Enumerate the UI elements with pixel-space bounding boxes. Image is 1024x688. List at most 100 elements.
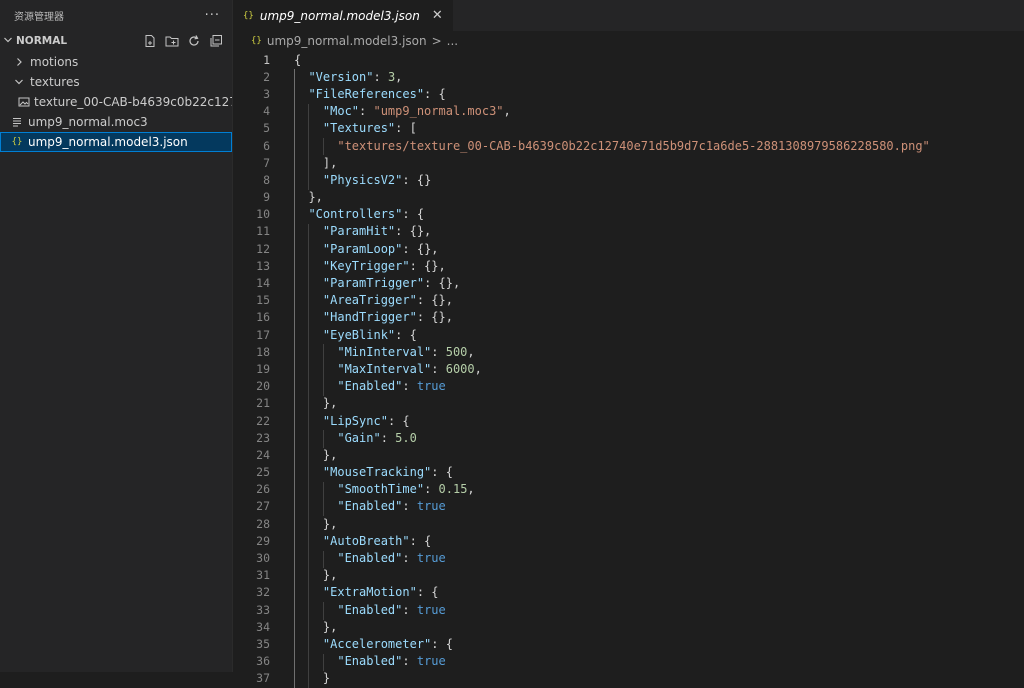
line-number: 8 — [263, 172, 270, 187]
code-token: "AreaTrigger" — [322, 293, 417, 308]
close-icon[interactable]: ✕ — [432, 8, 443, 23]
code-token: : — [373, 69, 388, 84]
tree-item-textures[interactable]: textures — [0, 72, 232, 92]
code-token: 6000 — [445, 361, 475, 376]
code-token: "FileReferences" — [308, 86, 425, 101]
code-line: 11 "ParamHit": {}, — [233, 223, 1024, 240]
code-line: 12 "ParamLoop": {}, — [233, 240, 1024, 257]
code-editor[interactable]: 1{2 "Version": 3, 3 "FileReferences": {4 … — [233, 51, 1024, 688]
line-number: 21 — [256, 396, 270, 411]
code-text: "Enabled": true — [294, 379, 446, 394]
code-text: }, — [294, 448, 337, 462]
code-token: "SmoothTime" — [337, 482, 425, 497]
code-token: "MinInterval" — [337, 344, 432, 359]
line-number: 19 — [256, 361, 270, 376]
code-text: "ParamHit": {}, — [294, 224, 431, 238]
code-line: 9 }, — [233, 189, 1024, 206]
workspace-folder-label: NORMAL — [16, 35, 68, 47]
code-line: 33 "Enabled": true — [233, 601, 1024, 618]
new-file-icon[interactable] — [142, 33, 158, 49]
breadcrumb-more[interactable]: ... — [447, 34, 458, 48]
line-number: 26 — [256, 482, 270, 497]
tree-item-model3-json[interactable]: {} ump9_normal.model3.json — [0, 132, 232, 152]
line-number: 27 — [256, 499, 270, 514]
code-token: "Enabled" — [337, 551, 403, 566]
new-folder-icon[interactable] — [164, 33, 180, 49]
code-token: : {}, — [416, 310, 453, 325]
refresh-icon[interactable] — [186, 33, 202, 49]
collapse-all-icon[interactable] — [208, 33, 224, 49]
code-token: "Moc" — [322, 104, 360, 119]
code-token: true — [416, 499, 446, 514]
code-line: 32 "ExtraMotion": { — [233, 584, 1024, 601]
line-number: 20 — [256, 379, 270, 394]
code-token: ], — [294, 155, 338, 170]
code-line: 4 "Moc": "ump9_normal.moc3", — [233, 103, 1024, 120]
code-line: 14 "ParamTrigger": {}, — [233, 274, 1024, 291]
code-token: : — [431, 344, 446, 359]
code-token: "textures/texture_00-CAB-b4639c0b22c1274… — [337, 138, 930, 153]
code-token: : { — [402, 207, 425, 222]
indent-guide — [322, 138, 324, 156]
code-text: }, — [294, 568, 337, 582]
line-number: 32 — [256, 585, 270, 600]
code-line: 8 "PhysicsV2": {} — [233, 171, 1024, 188]
code-line: 34 }, — [233, 618, 1024, 635]
tree-item-texture-file[interactable]: texture_00-CAB-b4639c0b22c12740... — [0, 92, 232, 112]
code-token: : — [402, 379, 417, 394]
code-token: "Gain" — [337, 430, 381, 445]
code-text: "Accelerometer": { — [294, 637, 453, 651]
line-number: 16 — [256, 310, 270, 325]
line-number: 5 — [263, 121, 270, 136]
code-token: "LipSync" — [322, 413, 388, 428]
code-line: 2 "Version": 3, — [233, 68, 1024, 85]
line-number: 36 — [256, 654, 270, 669]
code-line: 6 "textures/texture_00-CAB-b4639c0b22c12… — [233, 137, 1024, 154]
more-actions-icon[interactable]: ··· — [205, 8, 220, 23]
explorer-actions — [142, 33, 232, 49]
json-file-icon: {} — [251, 36, 262, 46]
code-token: 500 — [445, 344, 468, 359]
breadcrumb-file[interactable]: ump9_normal.model3.json — [267, 34, 427, 48]
code-text: "Moc": "ump9_normal.moc3", — [294, 104, 511, 118]
tree-item-motions[interactable]: motions — [0, 52, 232, 72]
code-token: }, — [294, 619, 338, 634]
code-token: "HandTrigger" — [322, 310, 417, 325]
indent-guide — [308, 224, 310, 688]
code-text: }, — [294, 620, 337, 634]
chevron-down-icon — [12, 77, 26, 87]
workspace-folder-header[interactable]: NORMAL — [0, 30, 232, 52]
code-text: "Enabled": true — [294, 654, 446, 669]
code-line: 5 "Textures": [ — [233, 120, 1024, 137]
code-token: true — [416, 379, 446, 394]
code-token: } — [294, 671, 331, 686]
tab-label: ump9_normal.model3.json — [259, 8, 420, 23]
code-token: { — [294, 52, 302, 67]
line-number: 37 — [256, 671, 270, 686]
code-token: : — [431, 361, 446, 376]
code-token: "Enabled" — [337, 602, 403, 617]
code-line: 10 "Controllers": { — [233, 206, 1024, 223]
code-token: : — [380, 430, 396, 445]
line-number: 25 — [256, 465, 270, 480]
code-token: "PhysicsV2" — [322, 172, 403, 187]
code-token: : — [402, 602, 417, 617]
code-token: "Textures" — [322, 121, 396, 136]
code-token: "Enabled" — [337, 499, 403, 514]
chevron-right-icon — [12, 57, 26, 67]
line-number: 31 — [256, 568, 270, 583]
indent-guide — [322, 482, 324, 517]
code-token: }, — [294, 568, 338, 583]
code-text: }, — [294, 190, 322, 204]
code-token: : { — [431, 465, 453, 480]
line-number: 17 — [256, 327, 270, 342]
tab-model3-json[interactable]: {} ump9_normal.model3.json ✕ — [233, 0, 453, 31]
code-text: { — [294, 53, 301, 67]
code-token: true — [416, 654, 446, 669]
line-number: 33 — [256, 602, 270, 617]
tree-item-moc3[interactable]: ump9_normal.moc3 — [0, 112, 232, 132]
